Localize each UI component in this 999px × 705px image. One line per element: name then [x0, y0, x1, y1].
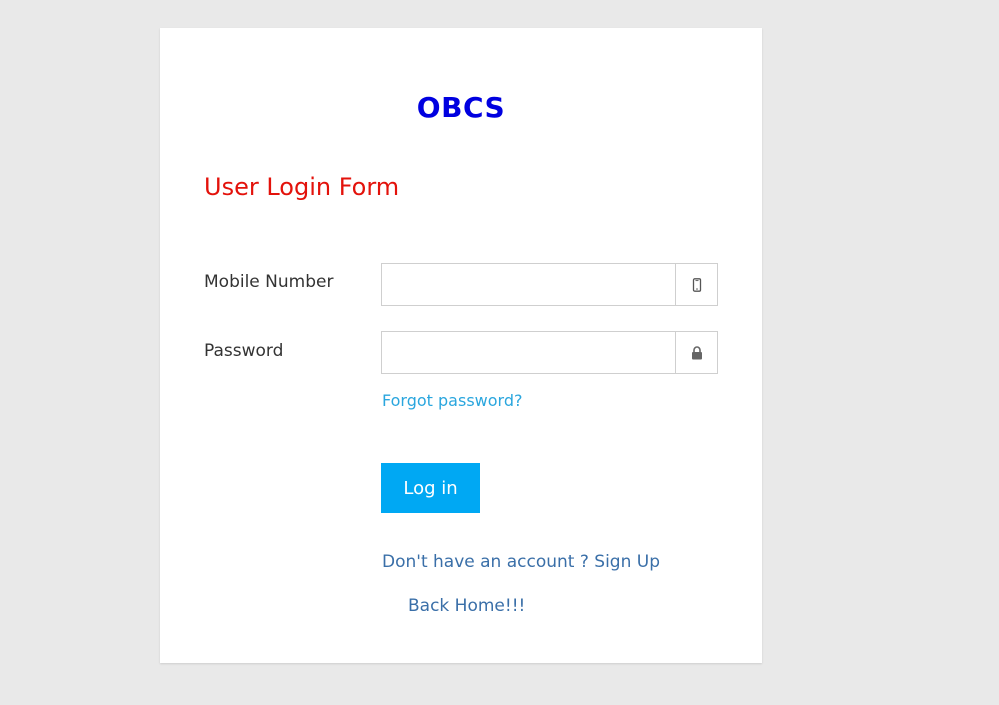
sign-up-link[interactable]: Sign Up	[594, 552, 660, 572]
form-title: User Login Form	[204, 173, 400, 201]
lock-icon	[675, 332, 717, 373]
signup-prompt: Don't have an account ? Sign Up	[382, 550, 660, 574]
brand-title: OBCS	[416, 91, 506, 124]
mobile-phone-icon	[675, 264, 717, 305]
mobile-number-label: Mobile Number	[204, 272, 334, 292]
password-group	[381, 331, 718, 374]
password-label: Password	[204, 341, 284, 361]
login-card: OBCS User Login Form Mobile Number Passw…	[160, 28, 762, 663]
forgot-password-link[interactable]: Forgot password?	[382, 389, 522, 413]
login-button[interactable]: Log in	[381, 463, 480, 513]
signup-prefix-text: Don't have an account ?	[382, 552, 595, 572]
mobile-number-input[interactable]	[382, 264, 675, 305]
back-home-link[interactable]: Back Home!!!	[408, 594, 525, 618]
mobile-number-group	[381, 263, 718, 306]
password-input[interactable]	[382, 332, 675, 373]
